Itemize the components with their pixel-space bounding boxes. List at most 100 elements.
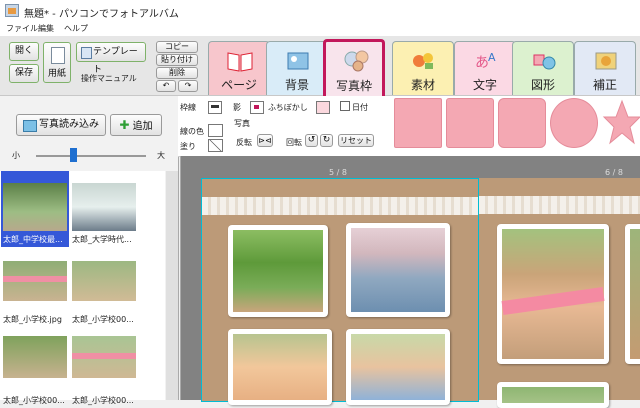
photo-slot-7[interactable] — [497, 382, 609, 408]
save-button[interactable]: 保存 — [9, 64, 39, 83]
thumbnail-5[interactable] — [3, 336, 67, 378]
text-icon: あA — [475, 51, 496, 71]
undo-button[interactable]: ↶ — [156, 80, 176, 92]
template-button[interactable]: テンプレート — [76, 42, 146, 75]
photo-label: 写真 — [234, 119, 250, 128]
manual-link[interactable]: 操作マニュアル — [81, 73, 137, 84]
photo-frame-icon — [344, 50, 369, 72]
flip-button[interactable]: ⊳⊲ — [257, 134, 273, 147]
tab-page-label: ページ — [221, 78, 257, 92]
flip-label: 反転 — [236, 138, 252, 147]
load-photos-button[interactable]: 写真読み込み — [16, 114, 106, 136]
photo-6-image — [630, 229, 640, 359]
star-frame[interactable] — [602, 98, 640, 148]
menu-help[interactable]: ヘルプ — [64, 22, 88, 36]
tab-material[interactable]: 素材 — [392, 41, 454, 95]
add-label: 追加 — [132, 121, 153, 132]
menu-file[interactable]: ファイル — [6, 22, 38, 36]
paste-button[interactable]: 貼り付け — [156, 54, 198, 66]
page-6[interactable] — [479, 178, 640, 408]
lace-border-right — [479, 196, 640, 214]
tab-shape[interactable]: 図形 — [512, 41, 574, 95]
page-5[interactable] — [201, 178, 479, 405]
tab-page[interactable]: ページ — [208, 41, 270, 95]
rotate-right-button[interactable]: ↻ — [320, 134, 333, 147]
blur-button[interactable] — [316, 101, 330, 114]
circle-frame[interactable] — [550, 98, 598, 148]
menu-edit[interactable]: 編集 — [38, 22, 54, 36]
tab-shape-label: 図形 — [530, 78, 555, 92]
photo-slot-3[interactable] — [228, 329, 332, 405]
rotate-left-icon: ↺ — [307, 135, 316, 145]
rotate-right-icon: ↻ — [322, 135, 331, 145]
tab-background-label: 背景 — [284, 78, 309, 92]
template-label: テンプレート — [93, 47, 138, 75]
line-color-swatch[interactable] — [208, 124, 223, 137]
slider-handle[interactable] — [70, 148, 77, 162]
window-title: 無題* - パソコンでフォトアルバム — [24, 9, 179, 20]
undo-icon: ↶ — [162, 81, 170, 90]
thumbnail-4-label: 太郎_小学校00... — [72, 315, 134, 324]
delete-button[interactable]: 削除 — [156, 67, 198, 79]
photo-slot-5[interactable] — [497, 224, 609, 364]
tab-text[interactable]: あA 文字 — [454, 41, 516, 95]
photo-4-image — [351, 334, 445, 400]
photo-slot-4[interactable] — [346, 329, 450, 405]
thumbnail-3-label: 太郎_小学校.jpg — [3, 315, 62, 324]
photo-panel: 写真読み込み ✚ 追加 小 大 太郎_中学校最... 太郎_大学時代... 太郎… — [0, 96, 179, 405]
tab-text-label: 文字 — [472, 78, 497, 92]
thumbnail-scrollbar[interactable] — [166, 171, 178, 400]
thumbnail-2[interactable] — [72, 183, 136, 231]
tab-material-label: 素材 — [410, 78, 435, 92]
reset-button[interactable]: リセット — [338, 134, 374, 147]
photo-2-image — [351, 228, 445, 312]
material-icon — [413, 53, 433, 69]
shape-icon — [533, 54, 556, 70]
thumbnail-5-label: 太郎_小学校00... — [3, 396, 65, 405]
tab-background[interactable]: 背景 — [266, 41, 328, 95]
thumbnail-list: 太郎_中学校最... 太郎_大学時代... 太郎_小学校.jpg 太郎_小学校0… — [0, 171, 165, 405]
svg-text:A: A — [488, 51, 496, 64]
add-button[interactable]: ✚ 追加 — [110, 114, 162, 136]
square-frame-2[interactable] — [446, 98, 494, 148]
template-icon — [81, 47, 92, 59]
rotate-left-button[interactable]: ↺ — [305, 134, 318, 147]
photo-slot-1[interactable] — [228, 225, 328, 317]
paper-label: 用紙 — [47, 69, 66, 79]
square-frame-1[interactable] — [394, 98, 442, 148]
blur-label: ふちぼかし — [268, 103, 308, 112]
tab-photo-frame[interactable]: 写真枠 — [323, 39, 385, 96]
photo-1-image — [233, 230, 323, 312]
paper-button[interactable]: 用紙 — [43, 42, 71, 83]
app-icon — [5, 4, 19, 17]
fill-swatch[interactable] — [208, 139, 223, 152]
plus-icon: ✚ — [119, 118, 130, 132]
tab-adjust[interactable]: 補正 — [574, 41, 636, 95]
rotate-label: 回転 — [286, 138, 302, 147]
photo-7-image — [502, 387, 604, 403]
redo-icon: ↷ — [184, 81, 192, 90]
adjust-icon — [595, 52, 617, 70]
border-style-button[interactable] — [208, 101, 222, 114]
rounded-frame[interactable] — [498, 98, 546, 148]
photo-slot-6[interactable] — [625, 224, 640, 364]
size-large-label: 大 — [157, 151, 165, 160]
thumbnail-4[interactable] — [72, 261, 136, 301]
lace-border — [202, 197, 478, 215]
redo-button[interactable]: ↷ — [178, 80, 198, 92]
load-photos-label: 写真読み込み — [39, 119, 99, 130]
title-bar: 無題* - パソコンでフォトアルバム — [0, 0, 640, 22]
right-page-number: 6 / 8 — [605, 168, 623, 177]
open-button[interactable]: 開く — [9, 42, 39, 61]
shadow-label: 影 — [233, 103, 241, 112]
thumbnail-size-slider[interactable] — [36, 155, 146, 157]
copy-button[interactable]: コピー — [156, 41, 198, 53]
photo-slot-2[interactable] — [346, 223, 450, 317]
thumbnail-3-ribbon — [3, 276, 67, 282]
thumbnail-1[interactable] — [3, 183, 67, 231]
line-color-label: 線の色 — [180, 127, 204, 136]
border-label: 枠線 — [180, 103, 196, 112]
background-icon — [287, 52, 309, 70]
date-checkbox[interactable] — [340, 101, 350, 111]
shadow-button[interactable] — [250, 101, 264, 114]
